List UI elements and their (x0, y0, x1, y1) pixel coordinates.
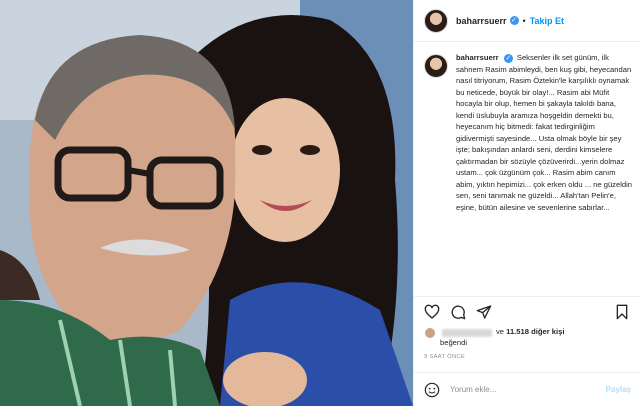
smile-icon[interactable] (424, 382, 440, 398)
verified-badge-icon: ✓ (503, 54, 513, 63)
liker-name-blurred (442, 329, 492, 337)
likes-text[interactable]: ve 11.518 diğer kişi (496, 326, 564, 337)
post-sidebar: baharrsuerr ✓ • Takip Et baharrsuerr ✓ S… (413, 0, 640, 406)
action-bar (414, 296, 640, 324)
post-comment-button[interactable]: Paylaş (606, 385, 631, 394)
comment-box: Paylaş (414, 372, 640, 406)
verified-badge-icon: ✓ (509, 16, 519, 25)
avatar[interactable] (424, 8, 448, 33)
post-header: baharrsuerr ✓ • Takip Et (414, 0, 640, 42)
liker-avatar[interactable] (424, 327, 436, 339)
caption-avatar[interactable] (424, 54, 448, 78)
comment-icon[interactable] (450, 304, 466, 320)
header-username[interactable]: baharrsuerr (456, 16, 507, 26)
likes-and: ve (496, 327, 505, 336)
follow-button[interactable]: Takip Et (530, 16, 564, 26)
post-timestamp[interactable]: 9 SAAT ÖNCE (424, 354, 465, 360)
liked-label: beğendi (440, 338, 468, 347)
bookmark-icon[interactable] (614, 304, 630, 320)
post-photo[interactable] (0, 0, 413, 406)
caption-text: baharrsuerr ✓ Seksenler ilk set günüm, i… (456, 52, 632, 292)
separator-dot: • (522, 15, 526, 26)
share-icon[interactable] (476, 304, 492, 320)
heart-icon[interactable] (424, 304, 440, 320)
photo-image (0, 0, 413, 406)
caption-body: Seksenler ilk set günüm, ilk sahnem Rasi… (456, 53, 633, 212)
likes-count: 11.518 (506, 327, 529, 336)
caption: baharrsuerr ✓ Seksenler ilk set günüm, i… (424, 52, 634, 292)
comment-input[interactable] (450, 385, 590, 394)
caption-username[interactable]: baharrsuerr (456, 53, 499, 62)
likes-others: diğer kişi (531, 327, 565, 336)
